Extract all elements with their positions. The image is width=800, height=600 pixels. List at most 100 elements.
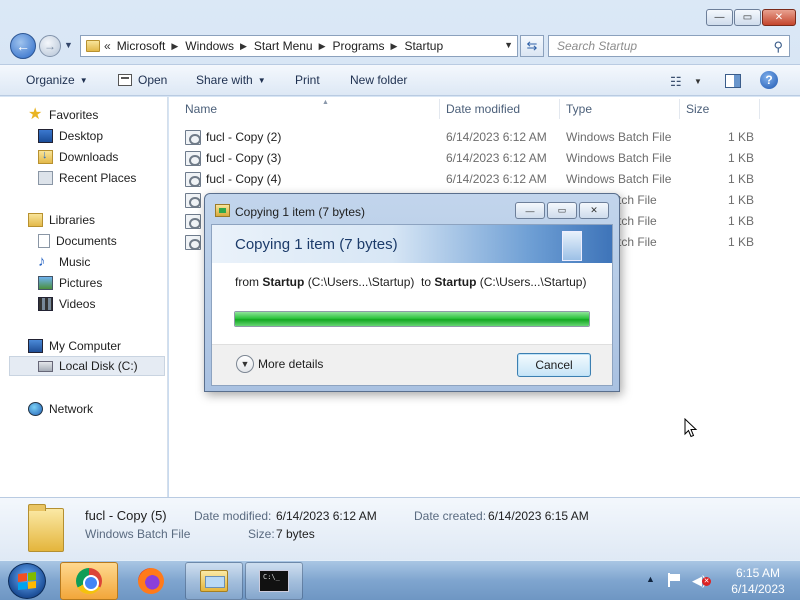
more-details-button[interactable]: ▼ More details	[236, 355, 323, 373]
nav-local-disk[interactable]: Local Disk (C:)	[9, 356, 165, 376]
address-dropdown[interactable]: ▼	[504, 40, 513, 50]
nav-recent-places[interactable]: Recent Places	[38, 168, 136, 188]
open-button[interactable]: Open	[118, 73, 167, 87]
refresh-button[interactable]: ⇆	[520, 35, 544, 57]
view-dropdown[interactable]: ▼	[694, 77, 702, 86]
maximize-button[interactable]: ▭	[734, 9, 761, 26]
taskbar-explorer[interactable]	[185, 562, 243, 600]
star-icon: ★	[28, 106, 43, 123]
file-size: 1 KB	[728, 130, 755, 144]
nav-network[interactable]: Network	[28, 399, 93, 419]
start-button[interactable]	[8, 563, 46, 599]
column-header-name[interactable]: Name ▲	[185, 99, 329, 120]
details-pane: fucl - Copy (5) Windows Batch File Date …	[0, 497, 800, 560]
chevron-right-icon[interactable]: ▶	[171, 41, 178, 52]
nav-downloads[interactable]: Downloads	[38, 147, 118, 167]
nav-my-computer[interactable]: My Computer	[28, 336, 121, 356]
nav-label: My Computer	[49, 339, 122, 353]
new-folder-button[interactable]: New folder	[350, 73, 407, 87]
close-button[interactable]: ✕	[762, 9, 796, 26]
breadcrumb-item[interactable]: Start Menu	[254, 39, 313, 53]
preview-pane-icon[interactable]	[725, 74, 741, 88]
forward-button[interactable]: →	[39, 35, 61, 57]
column-divider[interactable]	[679, 99, 680, 119]
nav-libraries[interactable]: Libraries	[28, 210, 95, 230]
taskbar: C:\_ ▲ ◀) ✕ 6:15 AM 6/14/2023	[0, 560, 800, 600]
muted-icon: ✕	[702, 577, 711, 586]
nav-label: Music	[59, 255, 91, 269]
back-button[interactable]: ←	[10, 33, 36, 59]
destination-folder-link[interactable]: Startup	[434, 275, 476, 289]
nav-label: Local Disk (C:)	[59, 359, 138, 373]
column-header-type[interactable]: Type	[566, 102, 592, 120]
dialog-maximize-button[interactable]: ▭	[547, 202, 577, 219]
taskbar-firefox[interactable]	[122, 562, 180, 600]
file-date: 6/14/2023 6:12 AM	[446, 151, 547, 165]
column-divider[interactable]	[559, 99, 560, 119]
nav-documents[interactable]: Documents	[38, 231, 117, 251]
music-icon: ♪	[38, 253, 46, 270]
file-size: 1 KB	[728, 151, 755, 165]
details-date-created: 6/14/2023 6:15 AM	[488, 509, 589, 523]
minimize-button[interactable]: —	[706, 9, 733, 26]
network-icon	[28, 402, 43, 416]
computer-icon	[28, 339, 43, 353]
source-path: (C:\Users...\Startup)	[307, 275, 415, 289]
copy-progress-dialog: Copying 1 item (7 bytes) — ▭ ✕ Copying 1…	[204, 193, 620, 392]
dialog-title: Copying 1 item (7 bytes)	[235, 205, 366, 219]
breadcrumb-item[interactable]: Windows	[185, 39, 234, 53]
cancel-button[interactable]: Cancel	[517, 353, 591, 377]
window-caption-buttons: — ▭ ✕	[706, 9, 796, 26]
chevron-right-icon[interactable]: ▶	[240, 41, 247, 52]
source-folder-link[interactable]: Startup	[262, 275, 304, 289]
dialog-close-button[interactable]: ✕	[579, 202, 609, 219]
search-input[interactable]: Search Startup ⚲	[548, 35, 790, 57]
share-with-button[interactable]: Share with ▼	[196, 73, 266, 87]
videos-icon	[38, 297, 53, 311]
new-folder-label: New folder	[350, 73, 408, 87]
arrow-right-icon: →	[44, 39, 56, 53]
breadcrumb-item[interactable]: Programs	[333, 39, 385, 53]
nav-label: Desktop	[59, 129, 104, 143]
table-row[interactable]: fucl - Copy (4) 6/14/2023 6:12 AM Window…	[169, 169, 800, 190]
clock[interactable]: 6:15 AM 6/14/2023	[722, 565, 794, 597]
column-header-date[interactable]: Date modified	[446, 102, 520, 120]
address-bar[interactable]: « Microsoft ▶ Windows ▶ Start Menu ▶ Progra…	[80, 35, 518, 57]
taskbar-cmd[interactable]: C:\_	[245, 562, 303, 600]
breadcrumb-item[interactable]: Microsoft	[117, 39, 166, 53]
file-date: 6/14/2023 6:12 AM	[446, 172, 547, 186]
file-size: 1 KB	[728, 235, 755, 249]
action-center-icon[interactable]	[668, 573, 682, 587]
nav-favorites[interactable]: ★ Favorites	[28, 105, 98, 125]
print-button[interactable]: Print	[295, 73, 320, 87]
table-row[interactable]: fucl - Copy (2) 6/14/2023 6:12 AM Window…	[169, 127, 800, 148]
navigation-bar: ← → ▼ « Microsoft ▶ Windows ▶ Start Menu ▶ …	[0, 32, 800, 60]
arrow-left-icon: ←	[16, 38, 30, 54]
help-icon[interactable]: ?	[760, 71, 778, 89]
breadcrumb-overflow[interactable]: «	[104, 39, 111, 53]
system-tray: ▲ ◀) ✕ 6:15 AM 6/14/2023	[640, 561, 800, 600]
table-row[interactable]: fucl - Copy (3) 6/14/2023 6:12 AM Window…	[169, 148, 800, 169]
organize-button[interactable]: Organize ▼	[26, 73, 88, 87]
column-divider[interactable]	[759, 99, 760, 119]
column-header-size[interactable]: Size	[686, 102, 709, 120]
nav-music[interactable]: ♪ Music	[38, 252, 90, 272]
recent-pages-dropdown[interactable]: ▼	[64, 40, 73, 50]
nav-videos[interactable]: Videos	[38, 294, 95, 314]
chevron-right-icon[interactable]: ▶	[391, 41, 398, 52]
file-name: fucl - Copy (2)	[206, 130, 282, 144]
nav-pictures[interactable]: Pictures	[38, 273, 102, 293]
dialog-footer: ▼ More details Cancel	[212, 344, 612, 385]
details-file-name: fucl - Copy (5)	[85, 508, 167, 523]
column-divider[interactable]	[439, 99, 440, 119]
destination-path: (C:\Users...\Startup)	[479, 275, 587, 289]
view-options-icon[interactable]: ☷	[670, 74, 682, 90]
show-hidden-icons-button[interactable]: ▲	[646, 574, 655, 584]
nav-label: Recent Places	[59, 171, 137, 185]
taskbar-chrome[interactable]	[60, 562, 118, 600]
command-prompt-icon: C:\_	[259, 570, 289, 592]
breadcrumb-item[interactable]: Startup	[404, 39, 443, 53]
dialog-minimize-button[interactable]: —	[515, 202, 545, 219]
chevron-right-icon[interactable]: ▶	[319, 41, 326, 52]
nav-desktop[interactable]: Desktop	[38, 126, 103, 146]
